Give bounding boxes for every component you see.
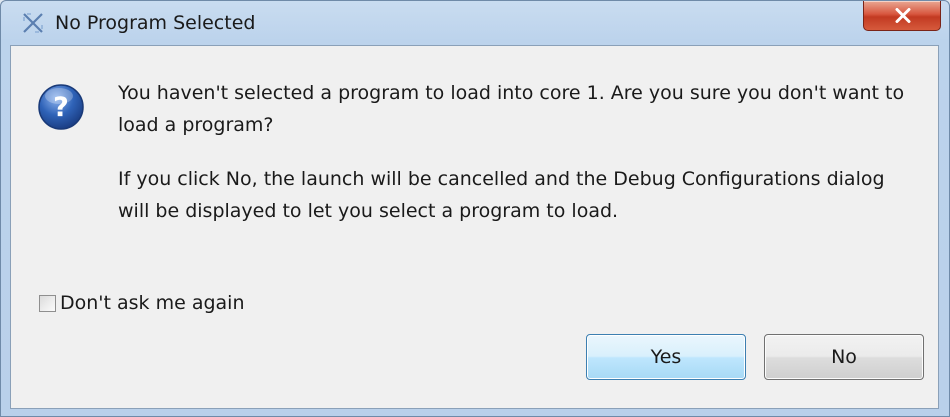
dialog-window: No Program Selected ? You haven't select… [0,0,950,417]
message-line-1: You haven't selected a program to load i… [118,82,905,136]
message-line-2: If you click No, the launch will be canc… [118,168,885,222]
close-button[interactable] [863,1,941,31]
no-button[interactable]: No [764,334,924,380]
message-text: You haven't selected a program to load i… [118,77,918,249]
dont-ask-again-checkbox[interactable]: Don't ask me again [39,291,245,315]
question-icon: ? [37,83,85,131]
window-title: No Program Selected [55,12,256,34]
program-launch-icon [21,11,45,35]
yes-button[interactable]: Yes [586,334,746,380]
checkbox-box[interactable] [39,294,56,312]
dialog-body: ? You haven't selected a program to load… [10,45,939,409]
title-bar[interactable]: No Program Selected [1,1,949,45]
checkbox-label[interactable]: Don't ask me again [60,292,245,314]
svg-text:?: ? [53,92,69,123]
